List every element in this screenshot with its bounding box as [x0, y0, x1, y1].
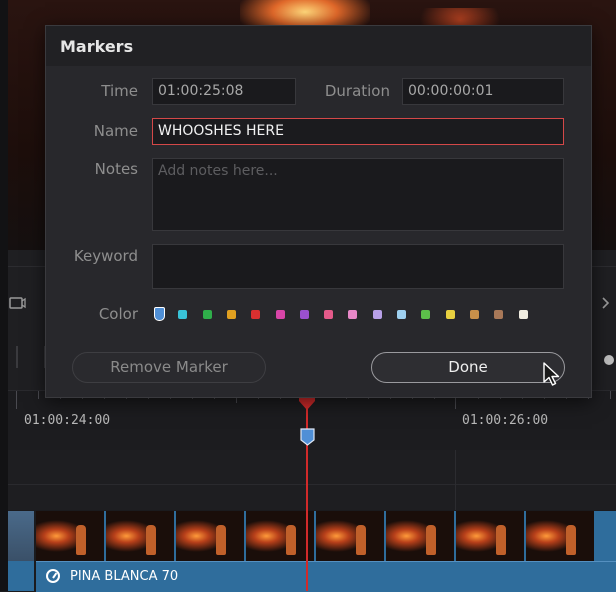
color-swatches: [154, 307, 534, 323]
clip-thumbnails: [36, 511, 616, 561]
clip-thumbnail: [176, 511, 244, 561]
time-field[interactable]: 01:00:25:08: [152, 78, 296, 105]
notes-field[interactable]: Add notes here...: [152, 158, 564, 231]
previous-clip-thumbnail: [8, 511, 34, 561]
name-label: Name: [93, 122, 138, 140]
track-divider-line: [8, 484, 616, 485]
video-clip[interactable]: PINA BLANCA 70: [36, 511, 616, 592]
speed-gauge-icon: [46, 569, 60, 583]
color-label: Color: [98, 305, 138, 323]
dialog-header: Markers: [46, 26, 591, 66]
color-swatch[interactable]: [397, 310, 406, 319]
color-swatch[interactable]: [202, 310, 212, 319]
clip-thumbnail: [526, 511, 594, 561]
color-swatch[interactable]: [324, 310, 334, 319]
clip-thumbnail: [246, 511, 314, 561]
time-label: Time: [101, 82, 138, 100]
markers-dialog: Markers Time 01:00:25:08 Duration 00:00:…: [45, 25, 592, 398]
color-swatch[interactable]: [275, 310, 285, 319]
color-swatch[interactable]: [494, 310, 504, 319]
color-swatch[interactable]: [348, 310, 358, 319]
color-swatch[interactable]: [518, 310, 528, 319]
notes-placeholder: Add notes here...: [158, 163, 278, 179]
timecode-left: 01:00:24:00: [24, 413, 111, 428]
zoom-slider-knob[interactable]: [604, 355, 614, 365]
clip-thumbnail: [386, 511, 454, 561]
clip-thumbnail: [316, 511, 384, 561]
remove-marker-button[interactable]: Remove Marker: [72, 352, 266, 383]
clip-name: PINA BLANCA 70: [70, 569, 179, 584]
color-swatch[interactable]: [178, 310, 188, 319]
color-swatch[interactable]: [251, 310, 261, 319]
timeline-marker-icon[interactable]: [300, 428, 315, 446]
name-field[interactable]: WHOOSHES HERE: [152, 118, 564, 145]
empty-track[interactable]: [8, 450, 616, 510]
duration-field[interactable]: 00:00:00:01: [402, 78, 564, 105]
color-swatch[interactable]: [421, 310, 431, 319]
color-swatch[interactable]: [445, 310, 455, 319]
mouse-cursor-icon: [542, 362, 562, 388]
clip-thumbnail: [106, 511, 174, 561]
chevron-right-icon[interactable]: [600, 294, 614, 312]
clip-footer: PINA BLANCA 70: [36, 561, 616, 592]
keyword-field[interactable]: [152, 244, 564, 289]
color-swatch[interactable]: [226, 310, 236, 319]
color-swatch[interactable]: [372, 310, 382, 319]
color-swatch[interactable]: [299, 310, 309, 319]
previous-clip[interactable]: [8, 511, 34, 591]
timecode-right: 01:00:26:00: [462, 413, 549, 428]
dialog-title: Markers: [60, 37, 134, 56]
notes-label: Notes: [94, 160, 138, 178]
clip-icon[interactable]: [8, 294, 26, 312]
clip-thumbnail: [456, 511, 524, 561]
clip-thumbnail: [36, 511, 104, 561]
keyword-label: Keyword: [73, 247, 138, 265]
done-button[interactable]: Done: [371, 352, 565, 383]
color-swatch[interactable]: [469, 310, 479, 319]
left-edge-strip: [0, 0, 8, 591]
duration-label: Duration: [324, 82, 390, 100]
color-swatch[interactable]: [154, 307, 165, 321]
track-vertical-divider: [455, 450, 456, 510]
